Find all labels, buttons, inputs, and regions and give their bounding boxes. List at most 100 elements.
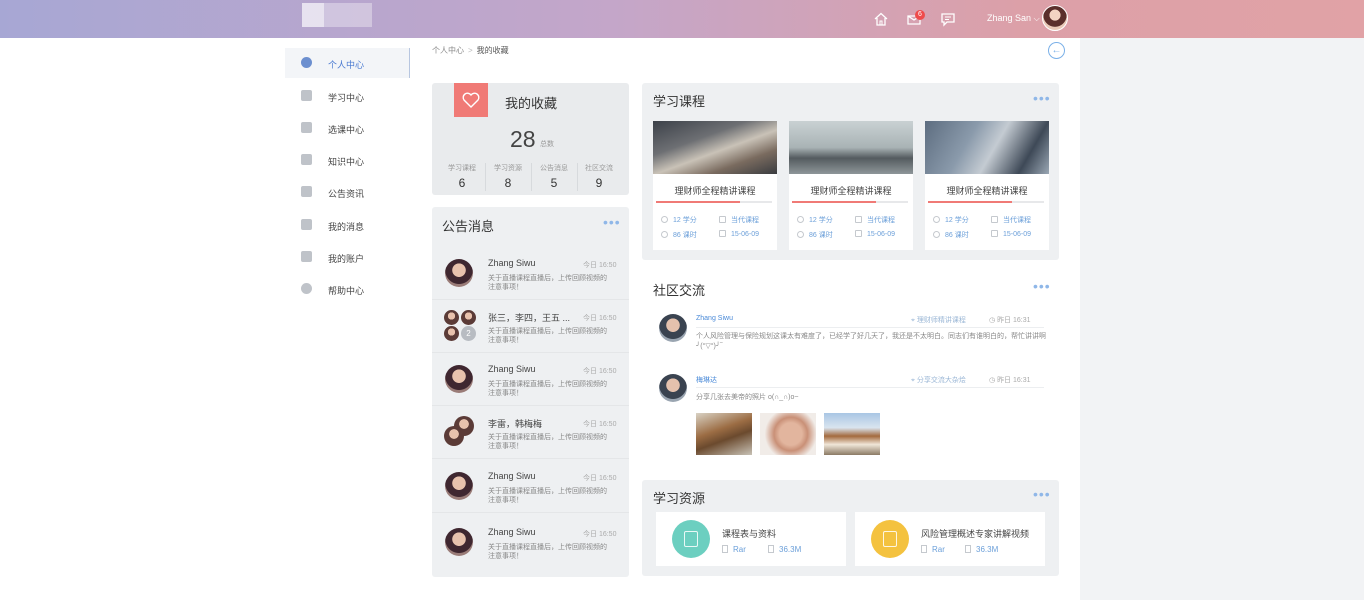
community-title: 社区交流 <box>653 283 706 298</box>
favorites-stat-resources[interactable]: 学习资源 8 <box>485 163 531 190</box>
post-text: 个人风险管理与保险规划这课太有难度了，已经学了好几天了，我还是不太明白。同志们有… <box>696 333 1046 350</box>
announcement-item[interactable]: Zhang Siwu 今日 16:50 关于直播课程直播后，上传回顾视频的注意事… <box>432 247 629 300</box>
heart-icon <box>454 83 488 117</box>
sidebar-item-announcements[interactable]: 公告资讯 <box>285 177 411 207</box>
post-text: 分享几张去美帝的照片 o(∩_∩)o~ <box>696 394 799 401</box>
course-hours-text: 86 课时 <box>673 232 697 239</box>
book-icon <box>719 216 726 223</box>
resource-size: 36.3M <box>768 545 801 554</box>
course-card[interactable]: 理财师全程精讲课程 12 学分 当代课程 86 课时 15-06-09 <box>653 121 777 250</box>
course-name: 理财师全程精讲课程 <box>946 186 1028 196</box>
announcement-time: 今日 16:50 <box>583 368 617 375</box>
sidebar-item-personal-center[interactable]: 个人中心 <box>285 48 411 78</box>
course-name: 理财师全程精讲课程 <box>674 186 756 196</box>
help-icon <box>301 283 312 294</box>
announcements-panel: 公告消息 ••• Zhang Siwu 今日 16:50 关于直播课程直播后，上… <box>432 207 629 577</box>
breadcrumb-home[interactable]: 个人中心 <box>432 46 464 55</box>
course-credits-text: 12 学分 <box>673 217 697 224</box>
divider <box>696 327 1044 328</box>
user-avatar[interactable] <box>1042 5 1068 31</box>
favorites-title: 我的收藏 <box>505 96 558 111</box>
announcement-text: 关于直播课程直播后，上传回顾视频的注意事项！ <box>488 328 607 344</box>
avatar <box>444 326 459 341</box>
course-image <box>925 121 1049 174</box>
announcement-text: 关于直播课程直播后，上传回顾视频的注意事项！ <box>488 275 607 291</box>
avatar <box>659 374 687 402</box>
logo[interactable] <box>302 3 372 27</box>
resource-size: 36.3M <box>965 545 998 554</box>
course-teacher: 当代课程 <box>855 215 895 225</box>
post-photo[interactable] <box>696 413 752 455</box>
resource-card[interactable]: 课程表与资料 Rar 36.3M <box>656 512 846 566</box>
sun-icon <box>661 216 668 223</box>
sidebar-item-label: 个人中心 <box>328 60 365 70</box>
sidebar-item-study-center[interactable]: 学习中心 <box>285 81 411 111</box>
stat-value: 9 <box>595 176 603 190</box>
clock-icon <box>933 231 940 238</box>
user-menu[interactable]: Zhang San ⌵ <box>987 13 1040 24</box>
post-tag[interactable]: ⌖ 理财师精讲课程 <box>911 315 966 325</box>
sidebar-item-label: 我的账户 <box>328 254 365 264</box>
favorites-stat-announcements[interactable]: 公告消息 5 <box>531 163 577 190</box>
video-icon <box>871 520 909 558</box>
favorites-stat-courses[interactable]: 学习课程 6 <box>439 163 485 190</box>
open-book-icon <box>301 154 312 165</box>
post-author[interactable]: 梅琳达 <box>696 375 717 385</box>
more-icon[interactable]: ••• <box>1033 278 1051 294</box>
course-image <box>653 121 777 174</box>
calendar-icon <box>855 230 862 237</box>
announcement-text: 关于直播课程直播后，上传回顾视频的注意事项！ <box>488 381 607 397</box>
sidebar-item-course-selection[interactable]: 选课中心 <box>285 113 411 143</box>
stat-value: 5 <box>550 176 558 190</box>
more-icon[interactable]: ••• <box>1033 486 1051 502</box>
course-teacher: 当代课程 <box>719 215 759 225</box>
avatar <box>659 314 687 342</box>
course-date: 15-06-09 <box>855 230 895 238</box>
announcement-item[interactable]: Zhang Siwu 今日 16:50 关于直播课程直播后，上传回顾视频的注意事… <box>432 353 629 406</box>
avatar <box>444 310 459 325</box>
breadcrumb-current: 我的收藏 <box>476 46 509 55</box>
more-icon[interactable]: ••• <box>1033 90 1051 106</box>
course-teacher-text: 当代课程 <box>867 217 895 224</box>
back-button[interactable]: ← <box>1048 42 1065 59</box>
message-icon[interactable] <box>940 11 956 27</box>
course-credits: 12 学分 <box>933 215 969 225</box>
folder-icon <box>768 545 774 553</box>
course-progress <box>656 201 772 203</box>
announcement-item[interactable]: 2 张三，李四，王五 ... 今日 16:50 关于直播课程直播后，上传回顾视频… <box>432 300 629 353</box>
sidebar-item-help[interactable]: 帮助中心 <box>285 274 411 304</box>
sidebar-item-knowledge-center[interactable]: 知识中心 <box>285 145 411 175</box>
announcement-item[interactable]: 李雷，韩梅梅 今日 16:50 关于直播课程直播后，上传回顾视频的注意事项！ <box>432 406 629 459</box>
post-tag-text: 理财师精讲课程 <box>916 317 966 324</box>
clock-icon: ◷ <box>989 317 998 324</box>
book-icon <box>301 122 312 133</box>
course-hours-text: 86 课时 <box>945 232 969 239</box>
resources-title: 学习资源 <box>653 491 706 506</box>
announcement-item[interactable]: Zhang Siwu 今日 16:50 关于直播课程直播后，上传回顾视频的注意事… <box>432 460 629 513</box>
courses-panel: 学习课程 ••• 理财师全程精讲课程 12 学分 当代课程 86 课时 15-0… <box>642 83 1059 260</box>
announcement-text: 关于直播课程直播后，上传回顾视频的注意事项！ <box>488 434 607 450</box>
favorites-stat-community[interactable]: 社区交流 9 <box>576 163 622 190</box>
resource-card[interactable]: 风险管理概述专家讲解视频 Rar 36.3M <box>855 512 1045 566</box>
sidebar-item-account[interactable]: 我的账户 <box>285 242 411 272</box>
sidebar-item-label: 选课中心 <box>328 125 365 135</box>
favorites-total-label: 总数 <box>540 141 554 148</box>
group-count-badge: 2 <box>461 326 476 341</box>
course-progress-fill <box>792 201 876 203</box>
sidebar-item-label: 帮助中心 <box>328 286 365 296</box>
sidebar-item-messages[interactable]: 我的消息 <box>285 210 411 240</box>
post-photo[interactable] <box>760 413 816 455</box>
announcements-title: 公告消息 <box>442 219 495 234</box>
resource-type-text: Rar <box>733 545 746 554</box>
course-card[interactable]: 理财师全程精讲课程 12 学分 当代课程 86 课时 15-06-09 <box>789 121 913 250</box>
course-card[interactable]: 理财师全程精讲课程 12 学分 当代课程 86 课时 15-06-09 <box>925 121 1049 250</box>
post-photo[interactable] <box>824 413 880 455</box>
post-tag[interactable]: ⌖ 分享交流大杂烩 <box>911 375 966 385</box>
course-progress <box>792 201 908 203</box>
sidebar-item-label: 学习中心 <box>328 93 365 103</box>
home-icon[interactable] <box>873 11 889 27</box>
more-icon[interactable]: ••• <box>603 214 621 230</box>
announcement-item[interactable]: Zhang Siwu 今日 16:50 关于直播课程直播后，上传回顾视频的注意事… <box>432 516 629 569</box>
bookmark-icon <box>921 545 927 553</box>
post-author[interactable]: Zhang Siwu <box>696 315 733 322</box>
